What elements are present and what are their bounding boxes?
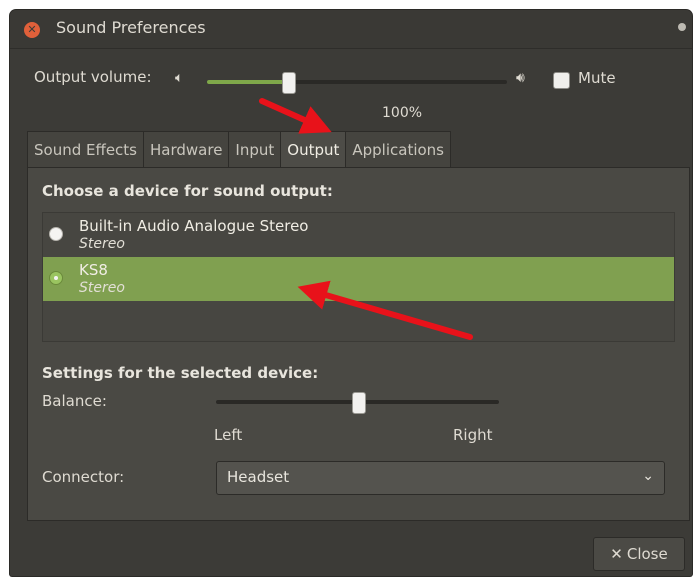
device-radio-ks8[interactable] bbox=[49, 271, 63, 285]
output-volume-slider[interactable] bbox=[207, 72, 507, 94]
balance-label: Balance: bbox=[42, 392, 107, 410]
device-name: KS8 bbox=[79, 261, 108, 279]
output-volume-label: Output volume: bbox=[34, 68, 152, 86]
device-section-heading: Choose a device for sound output: bbox=[42, 182, 333, 200]
connector-label: Connector: bbox=[42, 468, 125, 486]
settings-section-heading: Settings for the selected device: bbox=[42, 364, 319, 382]
window-menu-icon[interactable] bbox=[678, 23, 686, 31]
tab-hardware[interactable]: Hardware bbox=[143, 131, 229, 168]
tab-sound-effects[interactable]: Sound Effects bbox=[27, 131, 143, 168]
tab-input[interactable]: Input bbox=[228, 131, 281, 168]
device-name: Built-in Audio Analogue Stereo bbox=[79, 217, 309, 235]
device-radio-builtin[interactable] bbox=[49, 227, 63, 241]
mute-checkbox[interactable] bbox=[553, 72, 570, 89]
connector-value: Headset bbox=[227, 468, 290, 486]
close-button-label: Close bbox=[626, 545, 668, 563]
balance-right-label: Right bbox=[453, 426, 493, 444]
device-item-builtin[interactable]: Built-in Audio Analogue Stereo Stereo bbox=[43, 213, 674, 257]
device-profile: Stereo bbox=[79, 236, 125, 252]
speaker-low-icon: 🔈︎ bbox=[175, 70, 184, 86]
balance-left-label: Left bbox=[214, 426, 243, 444]
output-volume-slider-thumb[interactable] bbox=[282, 72, 296, 94]
device-profile: Stereo bbox=[79, 280, 125, 296]
titlebar: ✕ Sound Preferences bbox=[10, 10, 692, 49]
tab-output[interactable]: Output bbox=[280, 131, 346, 168]
close-icon: ✕ bbox=[610, 545, 623, 563]
balance-slider[interactable] bbox=[216, 392, 499, 414]
close-button[interactable]: ✕ Close bbox=[593, 537, 685, 571]
tab-bar: Sound Effects Hardware Input Output Appl… bbox=[27, 131, 452, 168]
window-title: Sound Preferences bbox=[56, 18, 206, 37]
output-volume-value: 100% bbox=[382, 105, 423, 121]
balance-slider-thumb[interactable] bbox=[351, 392, 366, 414]
sound-preferences-window: ✕ Sound Preferences Output volume: 🔈︎ 🔊︎… bbox=[10, 10, 692, 576]
output-tab-panel: Choose a device for sound output: Built-… bbox=[27, 167, 690, 521]
chevron-down-icon: ⌄ bbox=[642, 468, 654, 484]
connector-dropdown[interactable]: Headset ⌄ bbox=[216, 461, 665, 495]
device-item-ks8[interactable]: KS8 Stereo bbox=[43, 257, 674, 301]
speaker-high-icon: 🔊︎ bbox=[516, 70, 525, 86]
window-close-icon[interactable]: ✕ bbox=[24, 22, 40, 38]
tab-applications[interactable]: Applications bbox=[345, 131, 452, 168]
mute-label: Mute bbox=[578, 69, 616, 87]
device-list: Built-in Audio Analogue Stereo Stereo KS… bbox=[42, 212, 675, 342]
